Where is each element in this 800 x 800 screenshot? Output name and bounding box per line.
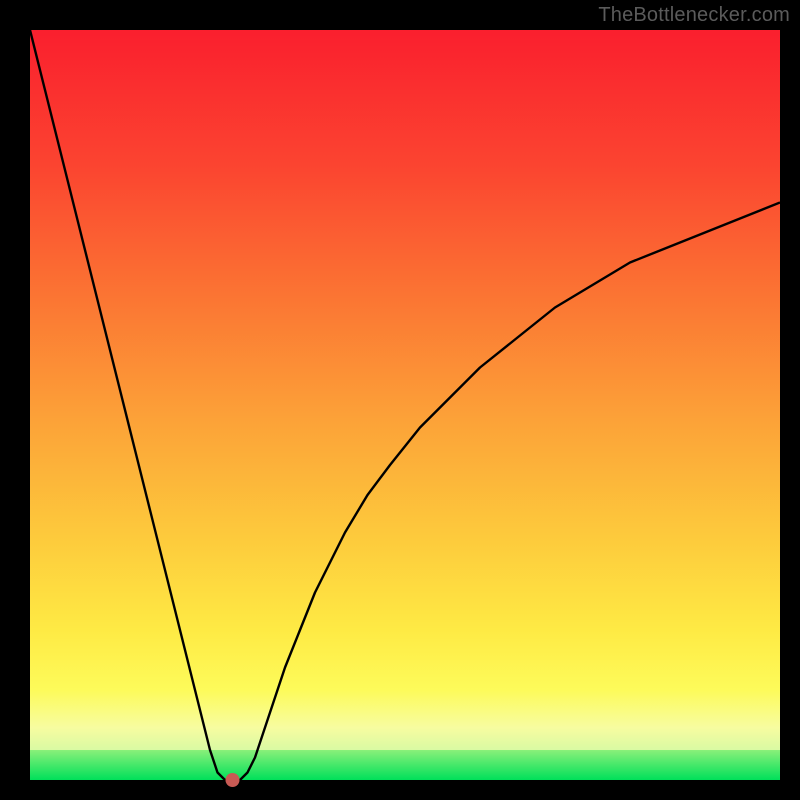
optimal-marker (226, 773, 240, 787)
optimal-band (30, 750, 780, 780)
chart-container: { "watermark": "TheBottlenecker.com", "c… (0, 0, 800, 800)
watermark-text: TheBottlenecker.com (598, 4, 790, 27)
plot-background (30, 30, 780, 780)
bottleneck-chart (0, 0, 800, 800)
